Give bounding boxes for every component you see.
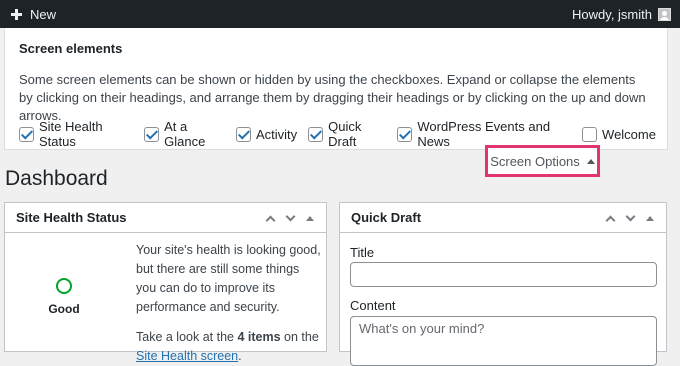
checkbox[interactable] — [582, 126, 598, 142]
toggle-panel-button[interactable] — [300, 208, 320, 228]
screen-options-panel: Screen elements Some screen elements can… — [4, 28, 668, 150]
checkbox-label: Quick Draft — [328, 119, 362, 149]
widget-handles — [260, 203, 320, 233]
checkbox-label: Activity — [255, 126, 298, 142]
checkbox-label: At a Glance — [164, 119, 206, 149]
chevron-down-icon — [285, 211, 295, 221]
page-title: Dashboard — [5, 167, 108, 190]
avatar-icon — [658, 7, 671, 21]
triangle-up-icon — [306, 215, 314, 221]
move-up-button[interactable] — [260, 208, 280, 228]
health-indicator: Good — [47, 278, 81, 316]
toggle-site-health-status[interactable]: Site Health Status — [19, 119, 133, 149]
widget-title: Quick Draft — [351, 210, 422, 225]
admin-bar: New Howdy, jsmith — [0, 0, 680, 28]
draft-content-textarea[interactable]: What's on your mind? — [350, 316, 657, 366]
new-content-button[interactable]: New — [11, 7, 56, 22]
health-description: Your site's health is looking good, but … — [136, 241, 321, 366]
howdy-label: Howdy, jsmith — [572, 6, 652, 22]
title-label: Title — [350, 245, 375, 260]
health-summary: Your site's health is looking good, but … — [136, 243, 321, 314]
toggle-welcome[interactable]: Welcome — [582, 126, 656, 142]
screen-elements-description: Some screen elements can be shown or hid… — [19, 72, 646, 123]
health-status-label: Good — [48, 302, 80, 316]
checkbox[interactable] — [235, 126, 251, 142]
screen-options-tab-button[interactable]: Screen Options — [485, 145, 600, 177]
checkbox[interactable] — [19, 126, 34, 142]
toggle-panel-button[interactable] — [640, 208, 660, 228]
user-account-menu[interactable]: Howdy, jsmith — [572, 0, 671, 28]
text-fragment: Take a look at the — [136, 330, 238, 344]
screen-elements-heading: Screen elements — [19, 41, 123, 56]
move-up-button[interactable] — [600, 208, 620, 228]
draft-title-input[interactable] — [350, 262, 657, 287]
checkbox-label: Site Health Status — [39, 119, 103, 149]
site-health-widget: Site Health Status Good Your site's heal… — [4, 202, 327, 363]
triangle-up-icon — [586, 158, 595, 164]
checkbox[interactable] — [397, 126, 413, 142]
triangle-up-icon — [646, 215, 654, 221]
health-items-note: Take a look at the 4 items on the Site H… — [136, 328, 321, 366]
text-fragment: . — [238, 349, 242, 363]
text-fragment: on the — [280, 330, 319, 344]
plus-icon — [11, 8, 22, 20]
toggle-at-a-glance[interactable]: At a Glance — [144, 119, 225, 149]
health-status-circle-icon — [56, 278, 72, 294]
quick-draft-widget: Quick Draft Title Content What's on your… — [339, 202, 667, 366]
widget-header[interactable]: Site Health Status — [5, 203, 326, 233]
move-down-button[interactable] — [280, 208, 300, 228]
chevron-up-icon — [265, 215, 275, 225]
site-health-screen-link[interactable]: Site Health screen — [136, 349, 238, 363]
widget-header[interactable]: Quick Draft — [340, 203, 666, 233]
content-label: Content — [350, 298, 396, 313]
screen-options-label: Screen Options — [490, 153, 580, 169]
widget-handles — [600, 203, 660, 233]
move-down-button[interactable] — [620, 208, 640, 228]
chevron-up-icon — [605, 215, 615, 225]
widget-title: Site Health Status — [16, 210, 127, 225]
checkbox-label: Welcome — [602, 126, 656, 142]
checkbox[interactable] — [144, 126, 160, 142]
new-label: New — [30, 6, 57, 22]
toggle-activity[interactable]: Activity — [235, 126, 298, 142]
toggle-quick-draft[interactable]: Quick Draft — [308, 119, 386, 149]
chevron-down-icon — [625, 211, 635, 221]
checkbox[interactable] — [308, 126, 324, 142]
items-count: 4 items — [237, 330, 281, 344]
